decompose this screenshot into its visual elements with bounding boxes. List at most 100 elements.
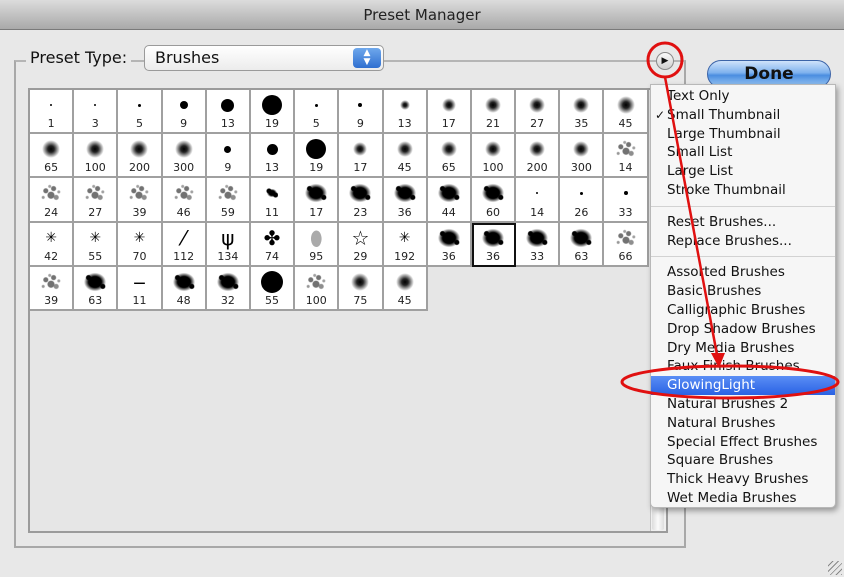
brush-thumbnail xyxy=(472,93,514,117)
brush-preset-cell[interactable]: 100 xyxy=(295,266,340,311)
brush-preset-cell[interactable]: 14 xyxy=(516,178,561,223)
brush-preset-cell[interactable]: 300 xyxy=(560,134,605,179)
menu-item-glowinglight[interactable]: GlowingLight xyxy=(651,376,835,395)
brush-preset-cell[interactable]: 39 xyxy=(30,266,75,311)
menu-item-reset-brushes[interactable]: Reset Brushes... xyxy=(651,213,835,232)
brush-preset-cell[interactable]: ✳ 70 xyxy=(118,222,163,267)
brush-preset-cell[interactable]: 200 xyxy=(516,134,561,179)
brush-preset-cell[interactable]: 44 xyxy=(427,178,472,223)
brush-preset-cell[interactable]: ✳ 42 xyxy=(30,222,75,267)
brush-preset-cell[interactable]: 26 xyxy=(560,178,605,223)
menu-item-text-only[interactable]: Text Only xyxy=(651,87,835,106)
brush-preset-cell[interactable]: 35 xyxy=(560,90,605,135)
brush-preset-cell[interactable]: 36 xyxy=(471,222,517,267)
brush-preset-cell[interactable]: ψ 134 xyxy=(206,222,251,267)
scatter-brush-icon xyxy=(303,270,330,293)
brush-preset-cell[interactable]: ‒ 11 xyxy=(118,266,163,311)
brush-preset-cell[interactable]: 45 xyxy=(604,90,649,135)
menu-item-square-brushes[interactable]: Square Brushes xyxy=(651,451,835,470)
menu-item-stroke-thumbnail[interactable]: Stroke Thumbnail xyxy=(651,181,835,200)
brush-preset-cell[interactable]: 300 xyxy=(162,134,207,179)
brush-preset-cell[interactable]: 100 xyxy=(74,134,119,179)
brush-preset-cell[interactable]: 36 xyxy=(383,178,428,223)
brush-preset-cell[interactable]: 5 xyxy=(118,90,163,135)
resize-grip[interactable] xyxy=(828,561,842,575)
brush-preset-cell[interactable]: 14 xyxy=(604,134,649,179)
brush-size-label: 19 xyxy=(265,117,280,131)
brush-preset-cell[interactable]: ☆ 29 xyxy=(339,222,384,267)
menu-item-replace-brushes[interactable]: Replace Brushes... xyxy=(651,232,835,251)
texture-brush-icon xyxy=(568,226,595,249)
brush-preset-cell[interactable]: 17 xyxy=(295,178,340,223)
brush-preset-cell[interactable]: 27 xyxy=(516,90,561,135)
brush-preset-cell[interactable]: 63 xyxy=(74,266,119,311)
brush-preset-cell[interactable]: 13 xyxy=(250,134,296,179)
brush-preset-cell[interactable]: 45 xyxy=(383,134,428,179)
brush-preset-cell[interactable]: 27 xyxy=(74,178,119,223)
brush-preset-cell[interactable]: 65 xyxy=(427,134,472,179)
brush-preset-cell[interactable]: 32 xyxy=(206,266,251,311)
brush-preset-cell[interactable]: 46 xyxy=(162,178,207,223)
brush-preset-cell[interactable]: 5 xyxy=(295,90,340,135)
brush-preset-cell[interactable]: 39 xyxy=(118,178,163,223)
menu-item-large-list[interactable]: Large List xyxy=(651,162,835,181)
menu-item-drop-shadow-brushes[interactable]: Drop Shadow Brushes xyxy=(651,320,835,339)
brush-thumbnail xyxy=(295,93,337,117)
brush-preset-cell[interactable]: 33 xyxy=(604,178,649,223)
brush-preset-cell[interactable]: 17 xyxy=(339,134,384,179)
menu-item-large-thumbnail[interactable]: Large Thumbnail xyxy=(651,125,835,144)
menu-item-faux-finish-brushes[interactable]: Faux Finish Brushes xyxy=(651,357,835,376)
brush-preset-cell[interactable]: 9 xyxy=(339,90,384,135)
brush-preset-cell[interactable]: 60 xyxy=(471,178,517,223)
brush-preset-cell[interactable]: 9 xyxy=(162,90,207,135)
menu-item-wet-media-brushes[interactable]: Wet Media Brushes xyxy=(651,489,835,508)
preset-type-select[interactable]: Brushes ▲ ▼ xyxy=(144,45,384,71)
brush-preset-cell[interactable]: ⬮ 95 xyxy=(295,222,340,267)
brush-preset-cell[interactable]: 23 xyxy=(339,178,384,223)
brush-preset-cell[interactable]: 21 xyxy=(471,90,517,135)
brush-size-label: 9 xyxy=(356,117,364,131)
brush-preset-cell[interactable]: 11 xyxy=(250,178,296,223)
menu-item-small-list[interactable]: Small List xyxy=(651,143,835,162)
brush-preset-cell[interactable]: 24 xyxy=(30,178,75,223)
brush-size-label: 39 xyxy=(132,205,147,219)
brush-preset-cell[interactable]: 63 xyxy=(560,222,605,267)
brush-preset-cell[interactable]: 45 xyxy=(383,266,428,311)
brush-preset-cell[interactable]: 48 xyxy=(162,266,207,311)
brush-preset-cell[interactable]: 19 xyxy=(250,90,296,135)
brush-preset-cell[interactable]: 33 xyxy=(516,222,561,267)
brush-preset-cell[interactable]: 1 xyxy=(30,90,75,135)
brush-preset-cell[interactable]: ✤ 74 xyxy=(250,222,296,267)
brush-preset-cell[interactable]: 100 xyxy=(471,134,517,179)
menu-item-small-thumbnail[interactable]: ✓ Small Thumbnail xyxy=(651,106,835,125)
brush-preset-cell[interactable]: 59 xyxy=(206,178,251,223)
brush-preset-cell[interactable]: 17 xyxy=(427,90,472,135)
hard-round-brush-icon xyxy=(50,104,53,106)
brush-preset-cell[interactable]: 3 xyxy=(74,90,119,135)
menu-item-assorted-brushes[interactable]: Assorted Brushes xyxy=(651,263,835,282)
brush-preset-cell[interactable]: ✳ 55 xyxy=(74,222,119,267)
menu-item-basic-brushes[interactable]: Basic Brushes xyxy=(651,282,835,301)
soft-round-brush-icon xyxy=(484,97,501,113)
menu-item-dry-media-brushes[interactable]: Dry Media Brushes xyxy=(651,339,835,358)
brush-preset-cell[interactable]: 9 xyxy=(206,134,251,179)
brush-preset-cell[interactable]: 19 xyxy=(295,134,340,179)
triangle-right-icon: ▶ xyxy=(661,56,669,66)
menu-item-special-effect-brushes[interactable]: Special Effect Brushes xyxy=(651,433,835,452)
menu-item-natural-brushes-2[interactable]: Natural Brushes 2 xyxy=(651,395,835,414)
menu-item-thick-heavy-brushes[interactable]: Thick Heavy Brushes xyxy=(651,470,835,489)
brush-preset-cell[interactable]: 13 xyxy=(206,90,251,135)
brush-preset-cell[interactable]: ⁄ 112 xyxy=(162,222,207,267)
menu-item-natural-brushes[interactable]: Natural Brushes xyxy=(651,414,835,433)
brush-preset-cell[interactable]: 36 xyxy=(427,222,472,267)
brush-preset-cell[interactable]: 200 xyxy=(118,134,163,179)
brush-preset-cell[interactable]: 66 xyxy=(604,222,649,267)
brush-preset-cell[interactable]: 13 xyxy=(383,90,428,135)
shape-brush-icon: ☆ xyxy=(351,225,370,250)
brush-preset-cell[interactable]: 65 xyxy=(30,134,75,179)
brush-preset-cell[interactable]: ✳ 192 xyxy=(383,222,428,267)
panel-menu-button[interactable]: ▶ xyxy=(656,52,674,70)
brush-preset-cell[interactable]: 75 xyxy=(339,266,384,311)
brush-preset-cell[interactable]: 55 xyxy=(250,266,296,311)
menu-item-calligraphic-brushes[interactable]: Calligraphic Brushes xyxy=(651,301,835,320)
